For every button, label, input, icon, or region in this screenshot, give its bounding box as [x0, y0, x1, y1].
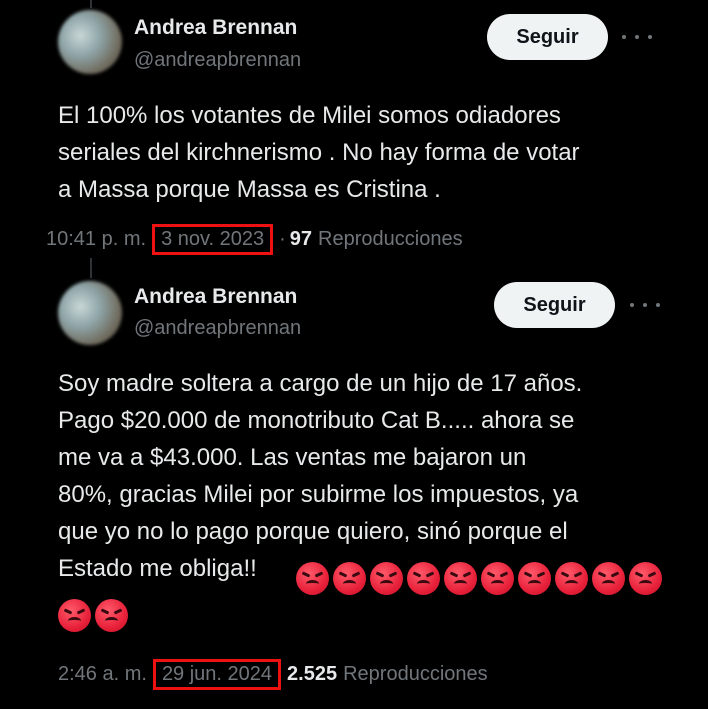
separator-dot: ·: [279, 228, 286, 250]
views-label: Reproducciones: [343, 663, 488, 685]
more-options-icon[interactable]: [630, 295, 660, 315]
user-handle[interactable]: @andreapbrennan: [134, 49, 301, 72]
thread-connector-top: [90, 0, 92, 8]
angry-face-icon: [58, 599, 91, 632]
angry-face-icon: [333, 562, 366, 595]
emoji-row: [296, 562, 662, 595]
tweet-text-line: seriales del kirchnerismo . No hay forma…: [58, 139, 580, 166]
follow-button[interactable]: Seguir: [487, 14, 608, 60]
thread-connector-middle: [90, 258, 92, 278]
angry-face-icon: [407, 562, 440, 595]
user-handle[interactable]: @andreapbrennan: [134, 317, 301, 340]
tweet-time[interactable]: 10:41 p. m.: [46, 228, 146, 251]
tweet-time[interactable]: 2:46 a. m.: [58, 663, 147, 686]
more-options-icon[interactable]: [622, 27, 652, 47]
tweet-date[interactable]: 29 jun. 2024: [152, 659, 282, 690]
tweet-text-line: a Massa porque Massa es Cristina .: [58, 176, 441, 203]
angry-face-icon: [444, 562, 477, 595]
tweet-meta: 2:46 a. m. 29 jun. 2024 2.525 Reproducci…: [58, 659, 488, 690]
views-count: 97: [289, 228, 313, 250]
angry-face-icon: [555, 562, 588, 595]
angry-face-icon: [629, 562, 662, 595]
tweet-text-line: me va a $43.000. Las ventas me bajaron u…: [58, 444, 527, 471]
tweet-text-line: 80%, gracias Milei por subirme los impue…: [58, 481, 579, 508]
display-name[interactable]: Andrea Brennan: [134, 16, 297, 40]
follow-button[interactable]: Seguir: [494, 282, 615, 328]
display-name[interactable]: Andrea Brennan: [134, 285, 297, 309]
angry-face-icon: [296, 562, 329, 595]
angry-face-icon: [370, 562, 403, 595]
tweet-text: Soy madre soltera a cargo de un hijo de …: [58, 365, 582, 587]
emoji-row: [58, 599, 128, 632]
avatar[interactable]: [58, 10, 122, 74]
angry-face-icon: [518, 562, 551, 595]
tweet-text: El 100% los votantes de Milei somos odia…: [58, 97, 580, 208]
angry-face-icon: [481, 562, 514, 595]
tweet-text-line: Pago $20.000 de monotributo Cat B..... a…: [58, 407, 575, 434]
angry-face-icon: [592, 562, 625, 595]
tweet-meta: 10:41 p. m. 3 nov. 2023 · 97 Reproduccio…: [46, 224, 463, 255]
views-label: Reproducciones: [318, 228, 463, 250]
angry-face-icon: [95, 599, 128, 632]
views-count: 2.525: [287, 663, 338, 685]
tweet-text-line: El 100% los votantes de Milei somos odia…: [58, 102, 561, 129]
tweet-text-line: Soy madre soltera a cargo de un hijo de …: [58, 370, 583, 397]
avatar[interactable]: [58, 281, 122, 345]
tweet-date[interactable]: 3 nov. 2023: [152, 224, 274, 255]
tweet-text-line: que yo no lo pago porque quiero, sinó po…: [58, 518, 568, 545]
